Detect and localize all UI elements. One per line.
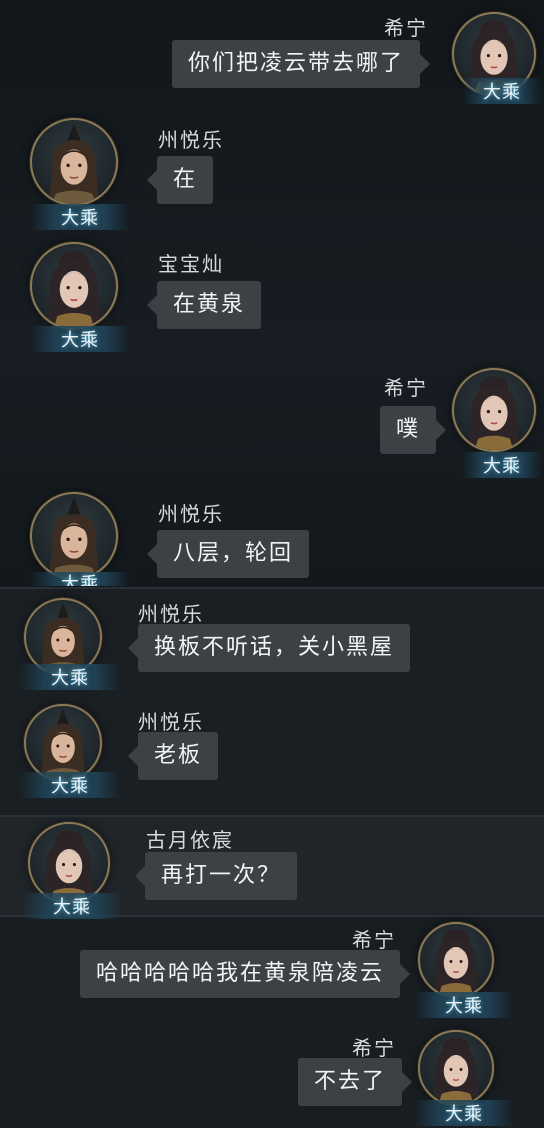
message-bubble[interactable]: 八层，轮回 [146,530,310,578]
rank-badge: 大乘 [22,893,122,919]
sender-name[interactable]: 希宁 [352,924,396,953]
female-avatar-icon [432,1037,480,1104]
sender-name[interactable]: 希宁 [384,372,428,401]
message-bubble[interactable]: 再打一次？ [134,852,298,900]
female-avatar-icon [44,830,94,902]
avatar[interactable] [30,492,118,580]
rank-badge: 大乘 [30,572,130,586]
message-bubble[interactable]: 不去了 [298,1058,413,1106]
avatar[interactable] [30,242,118,330]
sender-name[interactable]: 州悦乐 [158,124,224,153]
rank-badge: 大乘 [462,452,542,478]
male-avatar-icon [40,708,86,780]
avatar[interactable] [28,822,110,904]
rank-badge: 大乘 [20,664,120,690]
message-bubble[interactable]: 在 [146,156,214,204]
male-avatar-icon [48,123,100,204]
sender-name[interactable]: 州悦乐 [158,498,224,527]
rank-badge: 大乘 [414,1100,514,1126]
rank-badge: 大乘 [20,772,120,798]
sender-name[interactable]: 州悦乐 [138,706,204,735]
avatar[interactable] [418,922,494,998]
avatar[interactable] [418,1030,494,1106]
message-bubble[interactable]: 你们把凌云带去哪了 [172,40,431,88]
sender-name[interactable]: 古月依宸 [146,824,234,853]
message-bubble[interactable]: 哈哈哈哈哈我在黄泉陪凌云 [80,950,411,998]
female-avatar-icon [432,929,480,996]
avatar[interactable] [30,118,118,206]
avatar[interactable] [24,704,102,782]
sender-name[interactable]: 希宁 [352,1032,396,1061]
female-avatar-icon [47,250,101,328]
sender-name[interactable]: 宝宝灿 [158,248,224,277]
message-bubble[interactable]: 老板 [127,732,219,780]
message-bubble[interactable]: 噗 [380,406,447,454]
male-avatar-icon [48,497,100,578]
female-avatar-icon [468,376,520,450]
message-bubble[interactable]: 换板不听话，关小黑屋 [127,624,411,672]
male-avatar-icon [40,602,86,674]
message-bubble[interactable]: 在黄泉 [146,281,262,329]
chat-screenshot: 大乘 希宁 你们把凌云带去哪了 大乘 州悦乐 在 大乘 宝宝灿 在黄泉 大乘 希… [0,0,544,1128]
rank-badge: 大乘 [30,204,130,230]
panel-divider [0,815,544,817]
rank-badge: 大乘 [30,326,130,352]
panel-divider [0,587,544,589]
sender-name[interactable]: 希宁 [384,12,428,41]
rank-badge: 大乘 [414,992,514,1018]
avatar[interactable] [452,368,536,452]
sender-name[interactable]: 州悦乐 [138,598,204,627]
rank-badge: 大乘 [462,78,542,104]
